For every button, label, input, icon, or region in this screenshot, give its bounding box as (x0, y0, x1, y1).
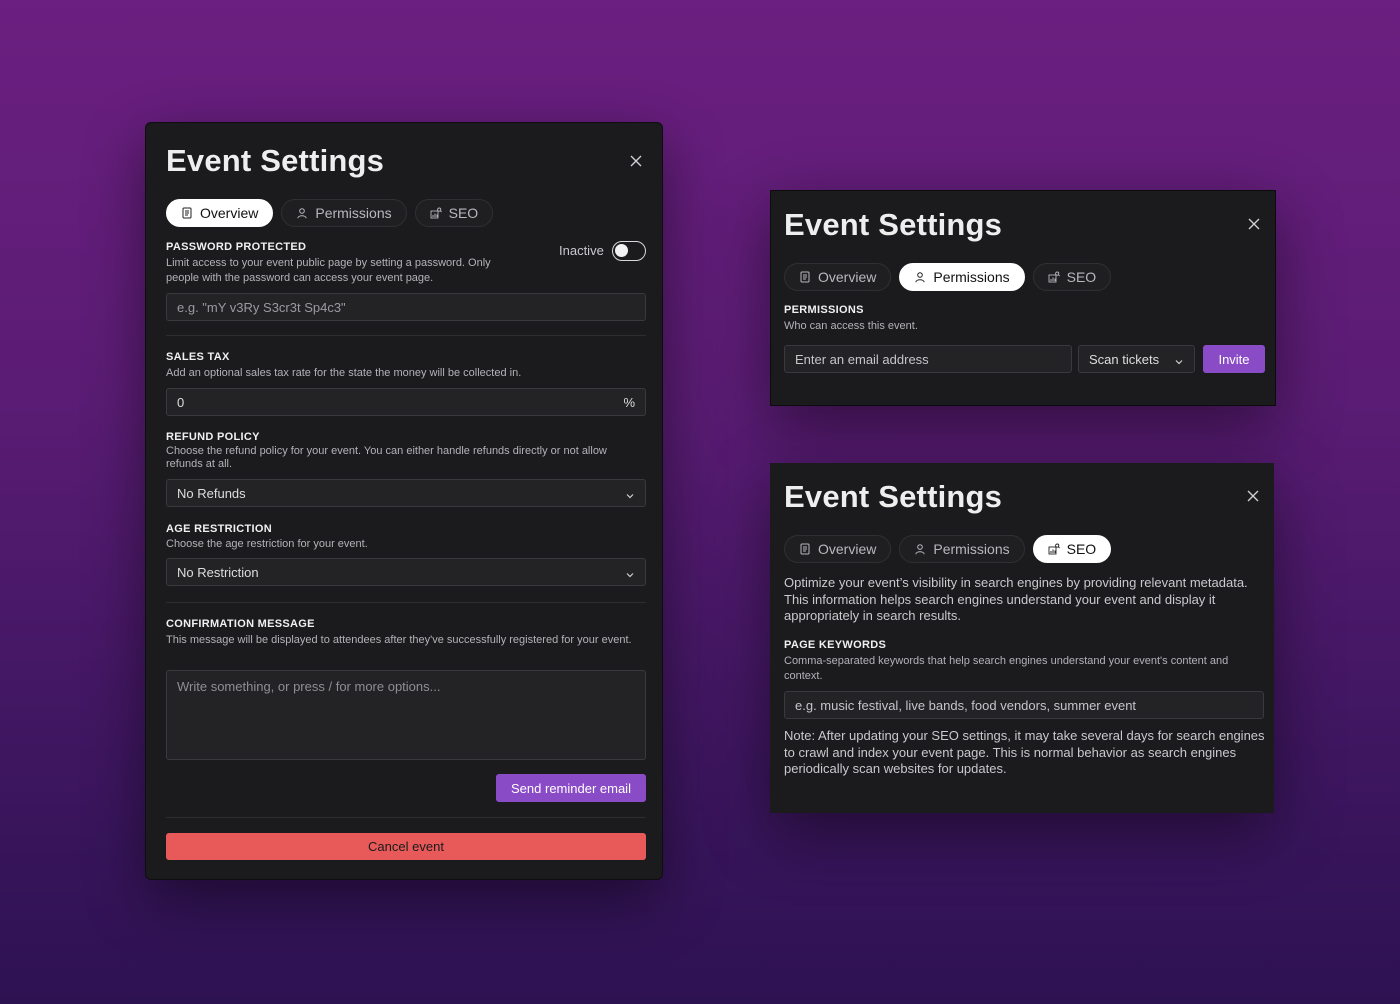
tab-seo[interactable]: SEO (1032, 535, 1112, 563)
divider (166, 335, 646, 336)
user-icon (914, 543, 926, 555)
chevron-down-icon (625, 489, 635, 499)
chart-search-icon (1048, 543, 1060, 555)
tab-permissions-label: Permissions (315, 205, 392, 221)
keywords-heading: PAGE KEYWORDS (784, 639, 887, 651)
chevron-down-icon (625, 568, 635, 578)
confirmation-heading: CONFIRMATION MESSAGE (166, 618, 315, 630)
tab-seo[interactable]: SEO (414, 199, 494, 227)
password-description: Limit access to your event public page b… (166, 257, 491, 284)
page-title: Event Settings (166, 143, 385, 178)
tab-permissions[interactable]: Permissions (899, 535, 1025, 563)
close-icon[interactable] (628, 153, 644, 169)
tab-permissions-label: Permissions (933, 269, 1010, 285)
document-icon (181, 207, 193, 219)
tab-permissions-label: Permissions (933, 541, 1010, 557)
age-restriction-value: No Restriction (177, 564, 259, 580)
permissions-description: Who can access this event. (784, 320, 918, 332)
age-restriction-select[interactable]: No Restriction (166, 558, 646, 586)
page-title: Event Settings (784, 207, 1003, 242)
seo-intro: Optimize your event’s visibility in sear… (784, 575, 1248, 623)
seo-note: Note: After updating your SEO settings, … (784, 728, 1265, 776)
password-heading: PASSWORD PROTECTED (166, 241, 307, 253)
password-input[interactable]: e.g. "mY v3Ry S3cr3t Sp4c3" (166, 293, 646, 321)
tab-seo-label: SEO (448, 205, 479, 221)
age-description: Choose the age restriction for your even… (166, 538, 368, 550)
keywords-description: Comma-separated keywords that help searc… (784, 655, 1229, 682)
tab-permissions[interactable]: Permissions (281, 199, 407, 227)
age-heading: AGE RESTRICTION (166, 523, 272, 535)
divider (166, 602, 646, 603)
tab-permissions[interactable]: Permissions (899, 263, 1025, 291)
tab-seo-label: SEO (1066, 269, 1097, 285)
tab-seo-label: SEO (1066, 541, 1097, 557)
permissions-heading: PERMISSIONS (784, 304, 864, 316)
password-toggle[interactable] (612, 241, 646, 261)
tab-overview[interactable]: Overview (784, 263, 892, 291)
refund-heading: REFUND POLICY (166, 431, 260, 443)
sales-tax-value: 0 (177, 394, 185, 410)
chevron-down-icon (1174, 355, 1184, 365)
user-icon (914, 271, 926, 283)
percent-suffix: % (623, 395, 635, 410)
confirmation-message-editor[interactable]: Write something, or press / for more opt… (166, 670, 646, 760)
divider (166, 817, 646, 818)
event-settings-permissions-panel: Event Settings Overview Permissions SEO … (770, 190, 1276, 406)
refund-description: Choose the refund policy for your event.… (166, 445, 607, 470)
tab-overview[interactable]: Overview (166, 199, 274, 227)
keywords-input[interactable]: e.g. music festival, live bands, food ve… (784, 691, 1264, 719)
tab-bar: Overview Permissions SEO (166, 199, 494, 227)
sales-tax-description: Add an optional sales tax rate for the s… (166, 367, 522, 379)
tab-overview[interactable]: Overview (784, 535, 892, 563)
refund-policy-select[interactable]: No Refunds (166, 479, 646, 507)
confirmation-description: This message will be displayed to attend… (166, 634, 632, 646)
tab-bar: Overview Permissions SEO (784, 535, 1112, 563)
chart-search-icon (430, 207, 442, 219)
cancel-event-button[interactable]: Cancel event (166, 833, 646, 860)
sales-tax-input[interactable]: 0 % (166, 388, 646, 416)
toggle-knob (615, 244, 628, 257)
chart-search-icon (1048, 271, 1060, 283)
password-status: Inactive (559, 243, 604, 258)
tab-overview-label: Overview (818, 269, 877, 285)
close-icon[interactable] (1245, 488, 1261, 504)
refund-policy-value: No Refunds (177, 485, 246, 501)
tab-overview-label: Overview (200, 205, 259, 221)
tab-seo[interactable]: SEO (1032, 263, 1112, 291)
invite-email-input[interactable]: Enter an email address (784, 345, 1072, 373)
user-icon (296, 207, 308, 219)
role-select-value: Scan tickets (1089, 351, 1160, 367)
event-settings-overview-panel: Event Settings Overview Permissions SEO … (145, 122, 663, 880)
invite-button[interactable]: Invite (1203, 345, 1265, 373)
document-icon (799, 271, 811, 283)
close-icon[interactable] (1246, 216, 1262, 232)
event-settings-seo-panel: Event Settings Overview Permissions SEO … (770, 463, 1274, 813)
document-icon (799, 543, 811, 555)
tab-bar: Overview Permissions SEO (784, 263, 1112, 291)
page-title: Event Settings (784, 479, 1003, 514)
send-reminder-button[interactable]: Send reminder email (496, 774, 646, 802)
tab-overview-label: Overview (818, 541, 877, 557)
role-select[interactable]: Scan tickets (1078, 345, 1195, 373)
sales-tax-heading: SALES TAX (166, 351, 230, 363)
